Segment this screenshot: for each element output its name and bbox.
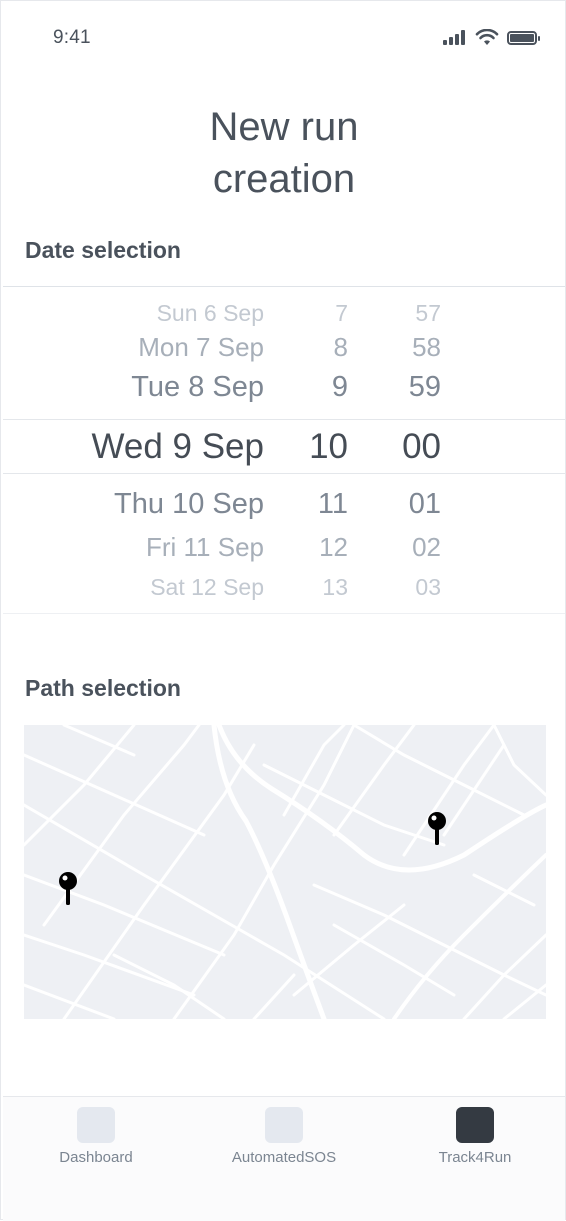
- picker-hour-option[interactable]: 7: [335, 301, 348, 325]
- picker-date-option[interactable]: Thu 10 Sep: [114, 489, 264, 519]
- app-screen: 9:41 New run creation Date selection Sun…: [0, 0, 566, 1221]
- map-streets: [24, 725, 546, 1019]
- picker-date-option[interactable]: Sun 6 Sep: [157, 301, 264, 325]
- date-time-picker[interactable]: Sun 6 Sep 7 57 Mon 7 Sep 8 58 Tue 8 Sep 9 59 Wed …: [3, 286, 565, 614]
- picker-minute-option[interactable]: 03: [415, 575, 441, 599]
- status-time: 9:41: [53, 27, 91, 48]
- picker-hour-option[interactable]: 9: [332, 372, 348, 402]
- nav-automatedsos[interactable]: AutomatedSOS: [209, 1107, 359, 1166]
- picker-date-option[interactable]: Wed 9 Sep: [91, 429, 264, 464]
- picker-date-option[interactable]: Fri 11 Sep: [146, 534, 264, 560]
- nav-track4run[interactable]: Track4Run: [400, 1107, 550, 1166]
- signal-icon: [443, 29, 469, 47]
- picker-minute-option[interactable]: 01: [409, 489, 441, 519]
- picker-date-option[interactable]: Mon 7 Sep: [138, 334, 264, 360]
- picker-minute-option[interactable]: 58: [412, 334, 441, 360]
- bottom-nav: Dashboard AutomatedSOS Track4Run: [3, 1096, 565, 1221]
- page-title: New run creation: [209, 105, 359, 201]
- picker-selection-band: [3, 419, 565, 474]
- date-selection-heading: Date selection: [25, 237, 181, 263]
- wifi-icon: [475, 29, 499, 45]
- path-selection-heading: Path selection: [25, 675, 181, 701]
- picker-minute-option[interactable]: 02: [412, 534, 441, 560]
- nav-label-dashboard: Dashboard: [59, 1149, 133, 1166]
- start-pin-icon[interactable]: [58, 871, 78, 911]
- picker-date-option[interactable]: Sat 12 Sep: [150, 575, 264, 599]
- nav-label-track4run: Track4Run: [438, 1149, 512, 1166]
- picker-minute-option[interactable]: 57: [415, 301, 441, 325]
- nav-label-automatedsos: AutomatedSOS: [231, 1149, 337, 1166]
- nav-dashboard[interactable]: Dashboard: [21, 1107, 171, 1166]
- picker-minute-option[interactable]: 59: [409, 372, 441, 402]
- path-map[interactable]: [24, 725, 546, 1019]
- picker-hour-option[interactable]: 13: [322, 575, 348, 599]
- dashboard-icon: [77, 1107, 115, 1143]
- picker-hour-option[interactable]: 12: [319, 534, 348, 560]
- track-icon: [456, 1107, 494, 1143]
- picker-hour-option[interactable]: 10: [309, 429, 348, 464]
- picker-minute-option[interactable]: 00: [402, 429, 441, 464]
- picker-hour-option[interactable]: 11: [318, 489, 348, 519]
- sos-icon: [265, 1107, 303, 1143]
- battery-icon: [507, 31, 540, 45]
- picker-date-option[interactable]: Tue 8 Sep: [131, 372, 264, 402]
- picker-hour-option[interactable]: 8: [334, 334, 348, 360]
- end-pin-icon[interactable]: [427, 811, 447, 851]
- status-icons: [443, 29, 543, 49]
